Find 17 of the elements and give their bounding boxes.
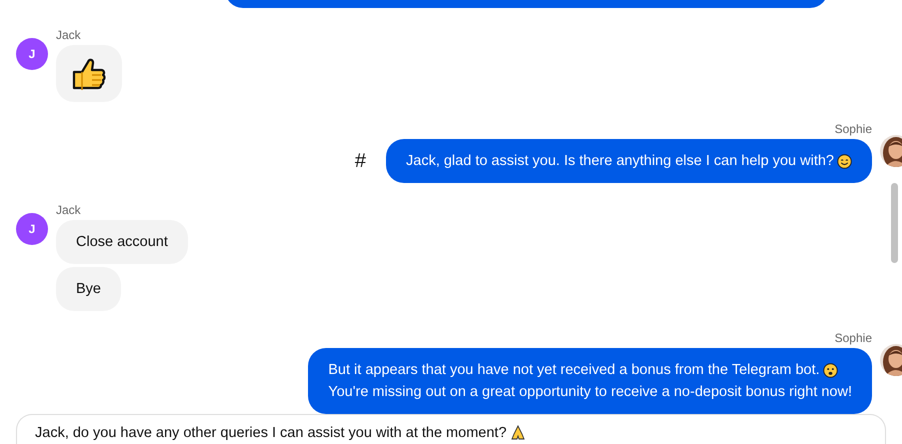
message-text: Jack, glad to assist you. Is there anything else I can help you with? [406, 152, 834, 171]
smiling-face-icon [837, 154, 852, 168]
message-text: Close account [76, 233, 168, 252]
input-text: Jack, do you have any other queries I can assist you with at the moment? [35, 425, 507, 441]
sender-name: Sophie [834, 331, 872, 347]
sender-name: Jack [56, 28, 82, 44]
message-text: You're missing out on a great opportunity to receive a no-deposit bonus right now! [328, 383, 852, 402]
user-avatar: J [16, 213, 48, 245]
message-input[interactable]: Jack, do you have any other queries I can assist you with at the moment? [16, 414, 886, 444]
sender-name: Sophie [834, 122, 872, 138]
message-text: But it appears that you have not yet received a bonus from the Telegram bot. [328, 361, 820, 380]
worried-face-icon [822, 362, 838, 378]
hash-symbol: # [354, 150, 366, 172]
sender-name: Jack [56, 203, 82, 219]
scrollbar-thumb[interactable] [891, 183, 898, 263]
user-avatar: J [16, 38, 48, 70]
message-text: Bye [76, 280, 101, 299]
